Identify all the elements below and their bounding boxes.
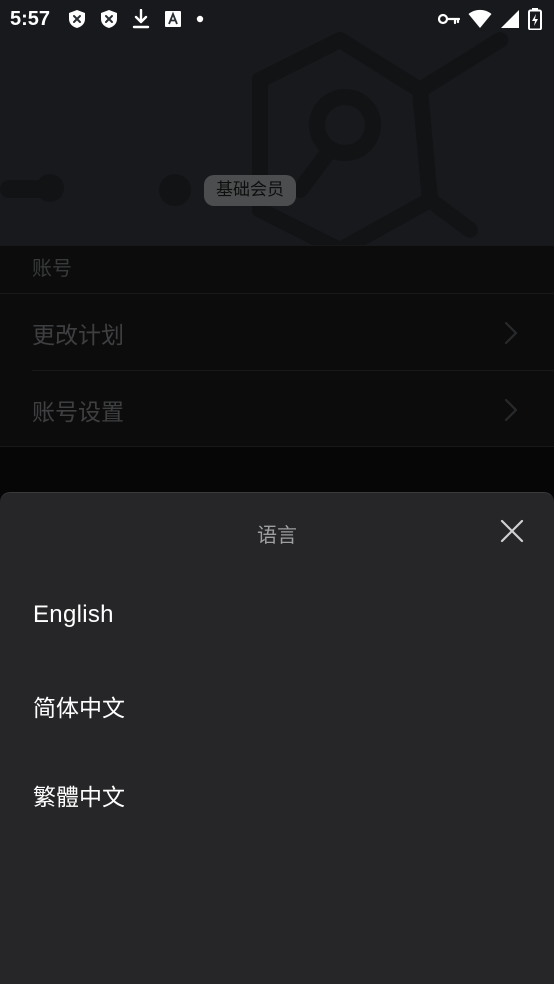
shield-x-icon (101, 10, 118, 28)
close-button[interactable] (496, 515, 528, 547)
status-bar: 5:57 (0, 0, 554, 38)
status-time: 5:57 (10, 7, 51, 30)
close-icon (500, 519, 524, 543)
wifi-icon (468, 9, 492, 28)
language-option-traditional-chinese[interactable]: 繁體中文 (0, 755, 554, 835)
key-icon (438, 13, 460, 25)
battery-charging-icon (528, 8, 542, 30)
language-option-simplified-chinese[interactable]: 简体中文 (0, 666, 554, 746)
signal-icon (501, 10, 519, 28)
language-sheet-title: 语言 (257, 523, 297, 547)
dot-icon (196, 15, 204, 23)
download-icon (132, 9, 150, 29)
font-icon (165, 11, 182, 27)
language-option-english[interactable]: English (0, 575, 554, 655)
shield-x-icon (69, 10, 86, 28)
language-bottom-sheet: 语言 English 简体中文 繁體中文 (0, 492, 554, 984)
